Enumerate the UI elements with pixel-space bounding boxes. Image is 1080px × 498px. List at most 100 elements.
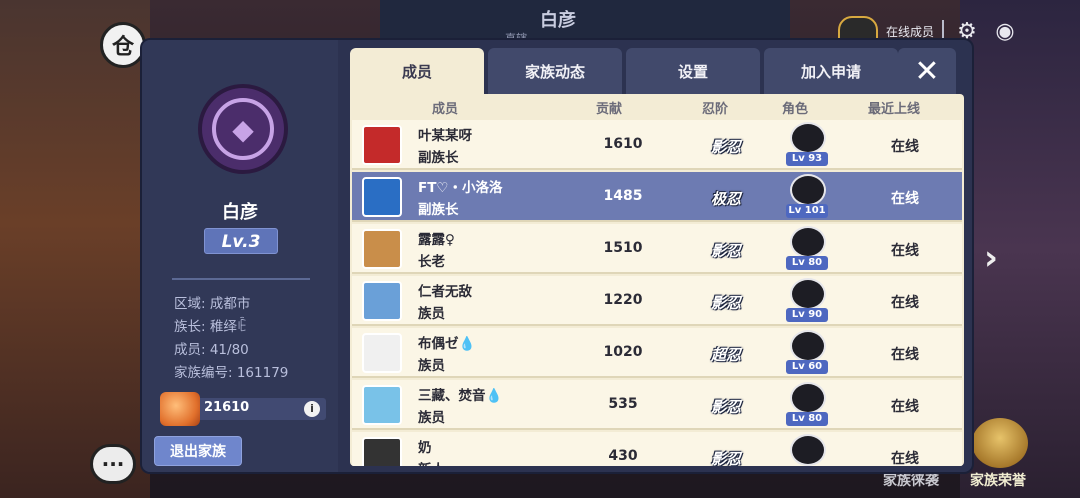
member-rank-badge: 影忍: [710, 137, 741, 156]
divider: [942, 20, 945, 42]
clan-emblem-icon: ◆: [198, 84, 288, 174]
member-status: 在线: [891, 191, 919, 207]
members-table: 成员 贡献 忍阶 角色 最近上线 叶某某呀 副族长 1610 影忍 Lv 93 …: [350, 94, 964, 466]
member-portrait: [362, 229, 402, 269]
character-level: Lv 93: [786, 152, 828, 166]
member-portrait: [362, 437, 402, 466]
member-rank-badge: 影忍: [710, 293, 741, 312]
member-portrait: [362, 281, 402, 321]
clan-panel: ◆ 白彦 Lv.3 区域: 成都市 族长: 稚绎ꍟ 成员: 41/80 家族编号…: [142, 40, 972, 472]
character-icon: [790, 278, 826, 310]
online-members-label: 在线成员: [886, 24, 935, 39]
character-level: Lv 101: [786, 204, 828, 218]
character-level: Lv 80: [786, 256, 828, 270]
member-portrait: [362, 385, 402, 425]
column-character: 角色: [782, 102, 809, 117]
info-icon[interactable]: i: [304, 401, 320, 417]
tab-settings[interactable]: 设置: [626, 48, 760, 94]
tab-bar: 成员 家族动态 设置 加入申请: [350, 48, 898, 94]
clan-level-badge: Lv.3: [204, 228, 278, 254]
eye-icon[interactable]: ◉: [990, 16, 1020, 46]
member-role: 长老: [418, 254, 445, 270]
info-divider: [172, 278, 310, 280]
clan-members-count: 成员: 41/80: [174, 342, 249, 358]
chevron-right-icon[interactable]: ›: [978, 238, 1004, 278]
character-icon: [790, 382, 826, 414]
member-rank-badge: 超忍: [710, 345, 741, 364]
character-icon: [790, 330, 826, 362]
column-rank: 忍阶: [702, 102, 729, 117]
member-name: 仁者无敌: [418, 284, 472, 300]
table-row[interactable]: 叶某某呀 副族长 1610 影忍 Lv 93 在线: [352, 120, 962, 170]
member-name: 三藏、焚音💧: [418, 388, 503, 404]
column-contribution: 贡献: [596, 102, 623, 117]
character-level: Lv 60: [786, 360, 828, 374]
clan-region: 区域: 成都市: [174, 296, 251, 312]
member-role: 副族长: [418, 202, 459, 218]
gold-bag-icon: [160, 392, 200, 426]
member-portrait: [362, 125, 402, 165]
clan-info-pane: ◆ 白彦 Lv.3 区域: 成都市 族长: 稚绎ꍟ 成员: 41/80 家族编号…: [142, 40, 338, 472]
member-name: FT♡・小洛洛: [418, 180, 503, 196]
member-rank-badge: 影忍: [710, 397, 741, 416]
member-status: 在线: [891, 295, 919, 311]
table-row[interactable]: 布偶ゼ💧 族员 1020 超忍 Lv 60 在线: [352, 328, 962, 378]
table-row[interactable]: 露露♀ 长老 1510 影忍 Lv 80 在线: [352, 224, 962, 274]
close-icon[interactable]: ✕: [898, 48, 956, 94]
table-row[interactable]: 三藏、焚音💧 族员 535 影忍 Lv 80 在线: [352, 380, 962, 430]
member-rank-badge: 影忍: [710, 449, 741, 467]
background-left-scenery: [0, 0, 150, 498]
member-contribution: 1220: [603, 292, 643, 308]
clan-raid-link[interactable]: 家族徕袭: [883, 470, 939, 490]
clan-leader: 族长: 稚绎ꍟ: [174, 319, 248, 335]
member-contribution: 1510: [603, 240, 643, 256]
member-contribution: 430: [608, 448, 638, 464]
table-row[interactable]: 奶 新人 430 影忍 在线: [352, 432, 962, 466]
member-contribution: 1610: [603, 136, 643, 152]
character-icon: [790, 434, 826, 466]
table-row[interactable]: FT♡・小洛洛 副族长 1485 极忍 Lv 101 在线: [352, 172, 962, 222]
clan-name: 白彦: [222, 202, 258, 223]
member-portrait: [362, 177, 402, 217]
character-level: Lv 80: [786, 412, 828, 426]
member-role: 族员: [418, 358, 445, 374]
member-rank-badge: 极忍: [710, 189, 741, 208]
member-status: 在线: [891, 399, 919, 415]
leave-clan-button[interactable]: 退出家族: [154, 436, 242, 466]
member-name: 奶: [418, 440, 432, 456]
member-status: 在线: [891, 243, 919, 259]
member-status: 在线: [891, 451, 919, 466]
member-name: 露露♀: [418, 232, 455, 248]
member-contribution: 535: [608, 396, 638, 412]
member-contribution: 1020: [603, 344, 643, 360]
character-icon: [790, 174, 826, 206]
member-role: 新人: [418, 458, 445, 466]
background-title: 白彦: [540, 10, 576, 31]
member-portrait: [362, 333, 402, 373]
background-header: [380, 0, 790, 42]
tab-join-requests[interactable]: 加入申请: [764, 48, 898, 94]
member-name: 叶某某呀: [418, 128, 472, 144]
tab-clan-activity[interactable]: 家族动态: [488, 48, 622, 94]
tab-members[interactable]: 成员: [350, 48, 484, 94]
table-header: 成员 贡献 忍阶 角色 最近上线: [350, 94, 964, 118]
member-rank-badge: 影忍: [710, 241, 741, 260]
member-contribution: 1485: [603, 188, 643, 204]
trophy-icon[interactable]: [972, 418, 1028, 468]
member-role: 族员: [418, 306, 445, 322]
character-level: Lv 90: [786, 308, 828, 322]
member-name: 布偶ゼ💧: [418, 336, 476, 352]
column-member: 成员: [432, 102, 459, 117]
clan-honor-link[interactable]: 家族荣誉: [970, 470, 1026, 490]
member-role: 副族长: [418, 150, 459, 166]
home-icon[interactable]: 仓: [100, 22, 146, 68]
clan-id: 家族编号: 161179: [174, 365, 289, 381]
character-icon: [790, 122, 826, 154]
column-last-online: 最近上线: [868, 102, 921, 117]
character-icon: [790, 226, 826, 258]
member-status: 在线: [891, 139, 919, 155]
chat-icon[interactable]: ···: [90, 444, 136, 484]
table-row[interactable]: 仁者无敌 族员 1220 影忍 Lv 90 在线: [352, 276, 962, 326]
member-role: 族员: [418, 410, 445, 426]
member-status: 在线: [891, 347, 919, 363]
